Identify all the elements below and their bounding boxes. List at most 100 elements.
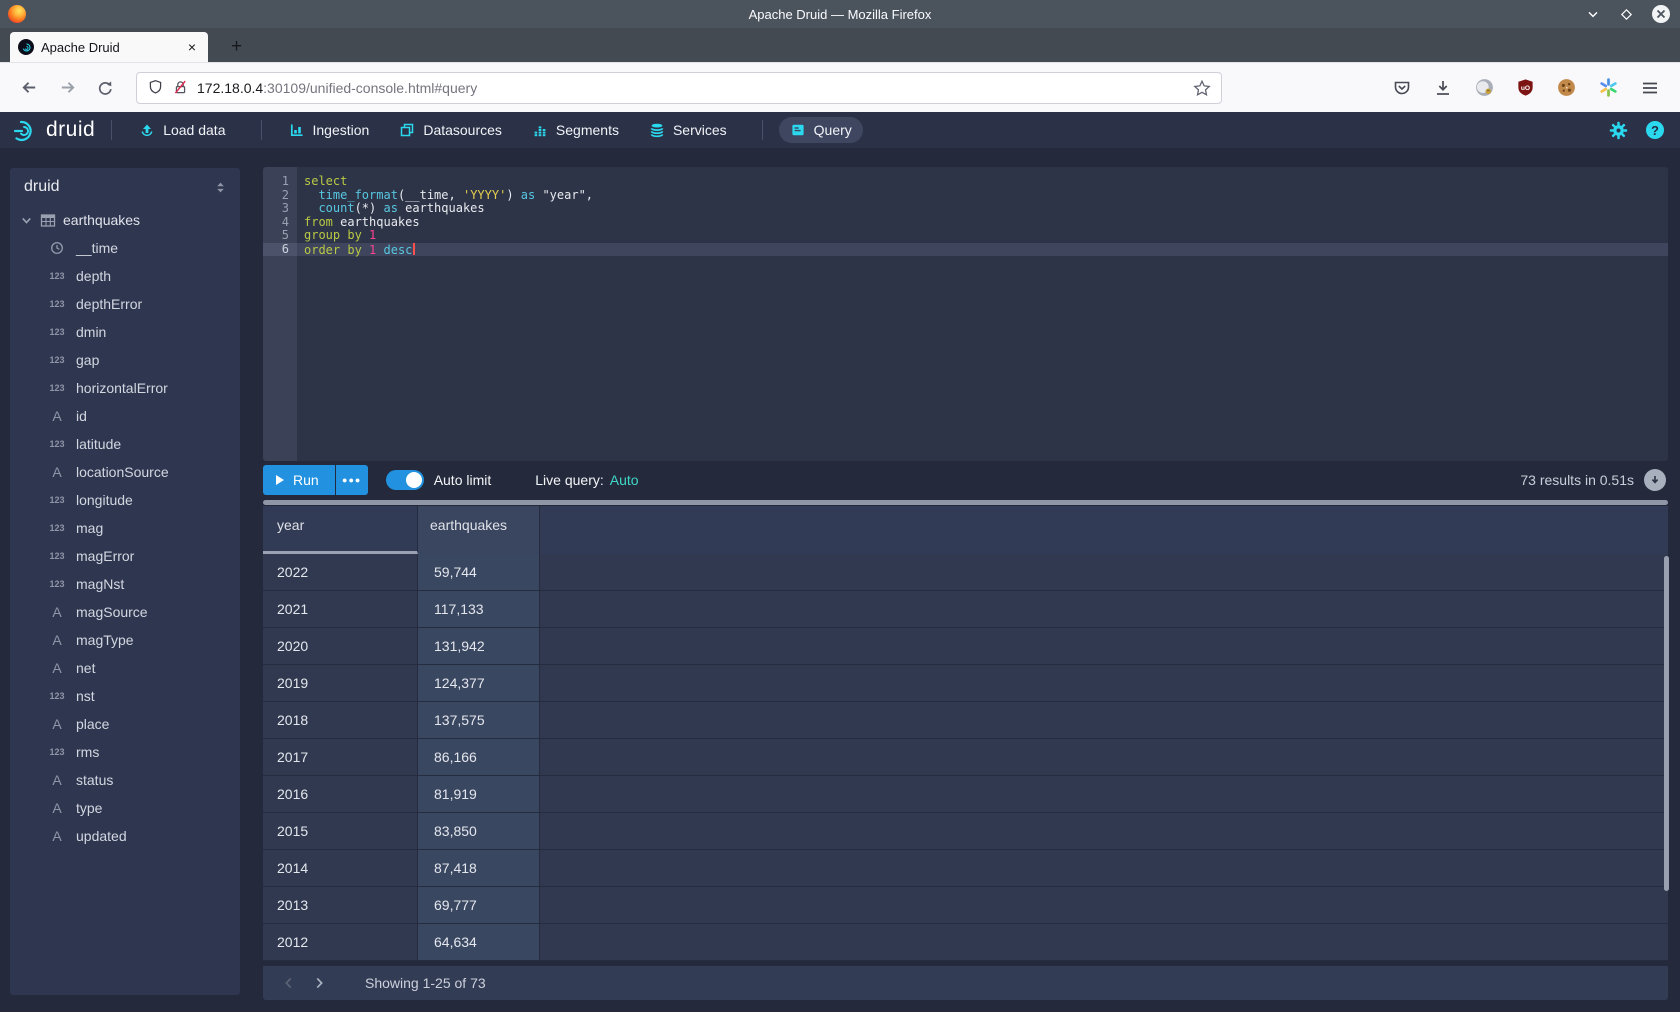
- downloads-icon[interactable]: [1433, 78, 1453, 98]
- sidebar-column-type[interactable]: Atype: [10, 794, 240, 822]
- back-button[interactable]: [14, 73, 44, 103]
- cell-earthquakes[interactable]: 117,133: [418, 591, 540, 627]
- nav-datasources[interactable]: Datasources: [388, 117, 513, 143]
- cell-year[interactable]: 2021: [263, 591, 418, 627]
- chevron-down-icon[interactable]: [20, 214, 33, 227]
- cookie-extension-icon[interactable]: [1556, 77, 1577, 98]
- sidebar-column-depth[interactable]: 123depth: [10, 262, 240, 290]
- cell-year[interactable]: 2014: [263, 850, 418, 886]
- sidebar-column-magType[interactable]: AmagType: [10, 626, 240, 654]
- forward-button[interactable]: [52, 73, 82, 103]
- window-maximize-icon[interactable]: [1619, 7, 1634, 22]
- run-button[interactable]: Run: [263, 465, 335, 495]
- cell-earthquakes[interactable]: 131,942: [418, 628, 540, 664]
- sidebar-column-gap[interactable]: 123gap: [10, 346, 240, 374]
- cell-earthquakes[interactable]: 83,850: [418, 813, 540, 849]
- double-caret-vertical-icon[interactable]: [213, 180, 228, 195]
- cell-year[interactable]: 2017: [263, 739, 418, 775]
- next-page-button[interactable]: [307, 971, 331, 995]
- cell-earthquakes[interactable]: 64,634: [418, 924, 540, 960]
- druid-brand[interactable]: druid: [12, 118, 95, 142]
- cell-year[interactable]: 2020: [263, 628, 418, 664]
- sidebar-column-nst[interactable]: 123nst: [10, 682, 240, 710]
- cell-earthquakes[interactable]: 81,919: [418, 776, 540, 812]
- bookmark-star-icon[interactable]: [1193, 79, 1211, 97]
- colorful-extension-icon[interactable]: [1598, 77, 1619, 98]
- run-more-button[interactable]: ●●●: [336, 465, 368, 495]
- code-line[interactable]: count(*) as earthquakes: [297, 202, 1668, 216]
- column-header-earthquakes[interactable]: earthquakes: [418, 506, 540, 554]
- cell-year[interactable]: 2019: [263, 665, 418, 701]
- sidebar-column-net[interactable]: Anet: [10, 654, 240, 682]
- nav-ingestion[interactable]: Ingestion: [278, 117, 381, 143]
- sidebar-column-__time[interactable]: __time: [10, 234, 240, 262]
- window-minimize-icon[interactable]: [1585, 6, 1601, 22]
- cell-earthquakes[interactable]: 59,744: [418, 554, 540, 590]
- code-line[interactable]: order by 1 desc: [297, 243, 1668, 257]
- code-line[interactable]: time_format(__time, 'YYYY') as "year",: [297, 189, 1668, 203]
- cell-earthquakes[interactable]: 87,418: [418, 850, 540, 886]
- nav-services[interactable]: Services: [638, 117, 738, 143]
- cell-earthquakes[interactable]: 86,166: [418, 739, 540, 775]
- code-line[interactable]: select: [297, 175, 1668, 189]
- code-line[interactable]: group by 1: [297, 229, 1668, 243]
- settings-gear-icon[interactable]: [1609, 121, 1628, 140]
- column-header-year[interactable]: year: [263, 506, 418, 554]
- download-results-icon[interactable]: [1644, 469, 1666, 491]
- tracking-shield-icon[interactable]: [147, 79, 164, 96]
- cell-year[interactable]: 2018: [263, 702, 418, 738]
- cell-earthquakes[interactable]: 124,377: [418, 665, 540, 701]
- new-tab-button[interactable]: +: [225, 36, 248, 62]
- sidebar-column-latitude[interactable]: 123latitude: [10, 430, 240, 458]
- sidebar-column-dmin[interactable]: 123dmin: [10, 318, 240, 346]
- tab-close-icon[interactable]: ×: [184, 39, 200, 55]
- menu-hamburger-icon[interactable]: [1640, 78, 1660, 98]
- sidebar-table-earthquakes[interactable]: earthquakes: [10, 206, 240, 234]
- sidebar-column-longitude[interactable]: 123longitude: [10, 486, 240, 514]
- cell-year[interactable]: 2015: [263, 813, 418, 849]
- row-filler: [540, 702, 1668, 738]
- nav-query[interactable]: Query: [779, 117, 863, 143]
- sidebar-column-magSource[interactable]: AmagSource: [10, 598, 240, 626]
- url-bar[interactable]: 172.18.0.4:30109/unified-console.html#qu…: [136, 72, 1222, 104]
- nav-segments[interactable]: Segments: [521, 117, 630, 143]
- insecure-lock-icon[interactable]: [172, 79, 189, 96]
- reload-button[interactable]: [90, 73, 120, 103]
- url-host: 172.18.0.4: [197, 80, 263, 96]
- number-type-icon: 123: [46, 579, 68, 589]
- window-close-icon[interactable]: [1652, 5, 1670, 23]
- sidebar-column-depthError[interactable]: 123depthError: [10, 290, 240, 318]
- help-icon[interactable]: ?: [1646, 121, 1664, 139]
- editor-code[interactable]: select time_format(__time, 'YYYY') as "y…: [297, 167, 1668, 461]
- url-text[interactable]: 172.18.0.4:30109/unified-console.html#qu…: [197, 80, 1185, 96]
- horizontal-scrollbar[interactable]: [263, 500, 1668, 505]
- cell-earthquakes[interactable]: 137,575: [418, 702, 540, 738]
- sidebar-column-locationSource[interactable]: AlocationSource: [10, 458, 240, 486]
- sidebar-column-mag[interactable]: 123mag: [10, 514, 240, 542]
- cell-year[interactable]: 2013: [263, 887, 418, 923]
- cell-earthquakes[interactable]: 69,777: [418, 887, 540, 923]
- sql-editor[interactable]: 123456 select time_format(__time, 'YYYY'…: [263, 167, 1668, 461]
- browser-tab[interactable]: Apache Druid ×: [10, 32, 208, 62]
- sidebar-column-id[interactable]: Aid: [10, 402, 240, 430]
- sidebar-column-magError[interactable]: 123magError: [10, 542, 240, 570]
- window-titlebar: Apache Druid — Mozilla Firefox: [0, 0, 1680, 28]
- auto-limit-toggle[interactable]: [386, 470, 424, 490]
- sidebar-column-updated[interactable]: Aupdated: [10, 822, 240, 850]
- sidebar-column-rms[interactable]: 123rms: [10, 738, 240, 766]
- previous-page-button[interactable]: [277, 971, 301, 995]
- sidebar-column-place[interactable]: Aplace: [10, 710, 240, 738]
- cell-year[interactable]: 2016: [263, 776, 418, 812]
- code-line[interactable]: from earthquakes: [297, 216, 1668, 230]
- vertical-scrollbar[interactable]: [1664, 556, 1669, 891]
- sidebar-column-magNst[interactable]: 123magNst: [10, 570, 240, 598]
- cell-year[interactable]: 2022: [263, 554, 418, 590]
- sidebar-column-horizontalError[interactable]: 123horizontalError: [10, 374, 240, 402]
- sidebar-column-status[interactable]: Astatus: [10, 766, 240, 794]
- live-query-value[interactable]: Auto: [610, 472, 639, 488]
- ublock-icon[interactable]: uO: [1516, 78, 1535, 97]
- cell-year[interactable]: 2012: [263, 924, 418, 960]
- pocket-icon[interactable]: [1392, 78, 1412, 98]
- privacy-extension-icon[interactable]: [1474, 77, 1495, 98]
- nav-load-data[interactable]: Load data: [128, 117, 236, 143]
